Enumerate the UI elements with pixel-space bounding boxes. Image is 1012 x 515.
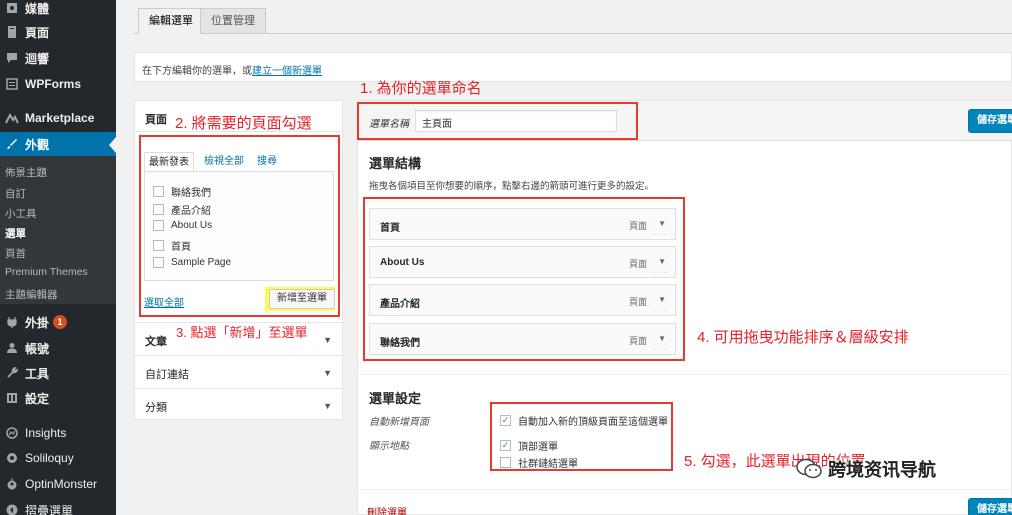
sidebar-item-tools[interactable]: 工具 <box>0 361 116 385</box>
watermark: 跨境资讯导航 <box>796 456 936 482</box>
submenu-item-widgets[interactable]: 小工具 <box>5 206 37 221</box>
collapse-icon <box>5 503 19 515</box>
custom-links-section-title[interactable]: 自訂連結 <box>145 366 189 382</box>
sidebar-item-label: 媒體 <box>25 1 50 16</box>
create-new-menu-link[interactable]: 建立一個新選單 <box>252 66 322 77</box>
delete-menu-link[interactable]: 刪除選單 <box>367 504 407 515</box>
users-icon <box>5 341 19 355</box>
divider <box>358 489 1012 490</box>
divider <box>135 355 342 356</box>
submenu-item-menus[interactable]: 選單 <box>5 226 26 241</box>
appearance-submenu: 佈景主題 自訂 小工具 選單 頁首 Premium Themes 主題編輯器 <box>0 156 116 304</box>
submenu-item-header[interactable]: 頁首 <box>5 246 26 261</box>
posts-section-title[interactable]: 文章 <box>145 333 167 349</box>
annotation-step-1: 1. 為你的選單命名 <box>360 80 482 97</box>
menu-settings-title: 選單設定 <box>369 391 422 406</box>
sidebar-item-appearance[interactable]: 外觀 <box>0 132 116 156</box>
auto-add-pages-label: 自動新增頁面 <box>369 417 429 428</box>
annotation-step-3: 3. 點選「新增」至選單 <box>176 325 308 340</box>
save-menu-button-bottom[interactable]: 儲存選單 <box>968 498 1012 515</box>
sidebar-item-label: Soliloquy <box>25 451 74 465</box>
sidebar-item-label: OptinMonster <box>25 477 98 491</box>
highlight-menu-settings <box>490 402 673 471</box>
sidebar-item-label: 工具 <box>25 366 50 381</box>
menu-structure-title: 選單結構 <box>369 156 422 171</box>
sidebar-item-label: 摺疊選單 <box>25 503 74 515</box>
sidebar-item-label: 帳號 <box>25 341 50 356</box>
update-count-badge: 1 <box>53 315 68 329</box>
appearance-icon <box>5 137 19 151</box>
sidebar-item-label: Marketplace <box>25 111 95 125</box>
admin-sidebar: 媒體 頁面 迴響 WPForms Marketplace 外觀 佈景主題 自訂 … <box>0 0 116 515</box>
sidebar-item-settings[interactable]: 設定 <box>0 386 116 410</box>
info-bar: 在下方編輯你的選單，或建立一個新選單 <box>134 52 1012 82</box>
pages-section-title[interactable]: 頁面 <box>145 111 167 127</box>
highlight-menu-name <box>357 102 638 140</box>
wpforms-icon <box>5 77 19 91</box>
tab-manage-locations[interactable]: 位置管理 <box>200 8 266 34</box>
chevron-down-icon[interactable]: ▼ <box>323 335 332 345</box>
sidebar-item-label: 迴響 <box>25 51 50 66</box>
sidebar-item-users[interactable]: 帳號 <box>0 336 116 360</box>
chevron-down-icon[interactable]: ▼ <box>323 368 332 378</box>
plugins-icon <box>5 315 19 329</box>
sidebar-item-label: Insights <box>25 426 67 440</box>
sidebar-collapse[interactable]: 摺疊選單 <box>0 498 116 515</box>
info-text: 在下方編輯你的選單，或 <box>142 66 252 77</box>
active-menu-pointer <box>109 137 116 153</box>
sidebar-item-plugins[interactable]: 外掛 1 <box>0 310 116 334</box>
sidebar-item-label: 外觀 <box>25 137 50 152</box>
annotation-step-4: 4. 可用拖曳功能排序＆層級安排 <box>697 329 909 346</box>
submenu-item-customize[interactable]: 自訂 <box>5 186 26 201</box>
display-location-label: 顯示地點 <box>369 441 409 452</box>
sidebar-item-label: 外掛 <box>25 315 50 330</box>
highlight-pages-list <box>139 135 340 317</box>
tab-edit-menus[interactable]: 編輯選單 <box>138 8 204 34</box>
submenu-item-theme-editor[interactable]: 主題編輯器 <box>5 287 58 302</box>
sidebar-item-media[interactable]: 媒體 <box>0 0 116 20</box>
divider <box>358 374 1012 375</box>
soliloquy-icon <box>5 451 19 465</box>
sidebar-item-label: 設定 <box>25 391 50 406</box>
submenu-item-themes[interactable]: 佈景主題 <box>5 165 47 180</box>
submenu-item-premium-themes[interactable]: Premium Themes <box>5 266 88 278</box>
sidebar-item-wpforms[interactable]: WPForms <box>0 72 116 96</box>
comments-icon <box>5 51 19 65</box>
divider <box>135 388 342 389</box>
sidebar-item-label: 頁面 <box>25 25 50 40</box>
watermark-text: 跨境资讯导航 <box>828 460 936 480</box>
wrench-icon <box>5 366 19 380</box>
sidebar-item-marketplace[interactable]: Marketplace <box>0 106 116 130</box>
sidebar-item-pages[interactable]: 頁面 <box>0 20 116 44</box>
menu-structure-description: 拖曳各個項目至你想要的順序，點擊右邊的箭頭可進行更多的設定。 <box>369 181 655 192</box>
save-menu-button-top[interactable]: 儲存選單 <box>968 109 1012 133</box>
marketplace-icon <box>5 111 19 125</box>
sidebar-item-insights[interactable]: Insights <box>0 421 116 445</box>
settings-icon <box>5 391 19 405</box>
pages-icon <box>5 25 19 39</box>
sidebar-item-comments[interactable]: 迴響 <box>0 46 116 70</box>
optinmonster-icon <box>5 477 19 491</box>
highlight-menu-structure <box>363 197 685 361</box>
wechat-icon <box>796 458 822 480</box>
insights-icon <box>5 426 19 440</box>
media-icon <box>5 1 19 15</box>
sidebar-item-optinmonster[interactable]: OptinMonster <box>0 472 116 496</box>
categories-section-title[interactable]: 分類 <box>145 399 167 415</box>
sidebar-item-label: WPForms <box>25 77 82 91</box>
sidebar-item-soliloquy[interactable]: Soliloquy <box>0 446 116 470</box>
annotation-step-2: 2. 將需要的頁面勾選 <box>175 115 312 132</box>
chevron-down-icon[interactable]: ▼ <box>323 401 332 411</box>
